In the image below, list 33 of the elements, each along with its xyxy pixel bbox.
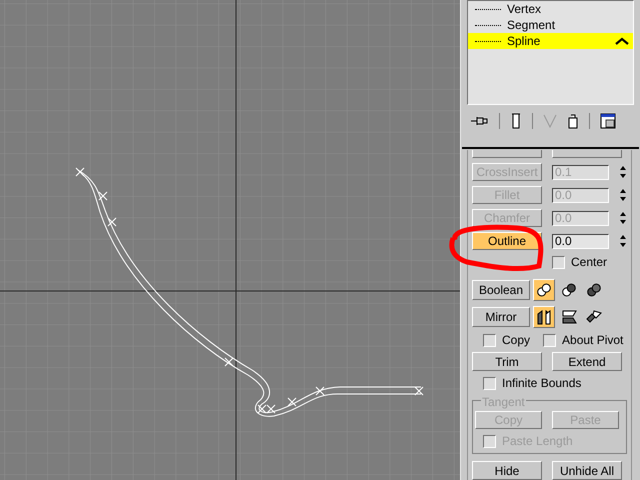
mirror-icon [536,309,552,325]
spinner-arrows[interactable] [619,210,627,226]
mode-button[interactable] [533,306,555,328]
mirror-icon [586,309,602,325]
boolean-icon [561,282,577,298]
unhide-all-button[interactable]: Unhide All [552,461,622,480]
stack-item[interactable]: Segment [468,17,633,33]
tool-button[interactable]: Outline [472,232,542,250]
trim-button[interactable]: Trim [472,352,542,371]
checkbox[interactable] [483,334,496,346]
boolean-button[interactable]: Boolean [472,280,530,300]
spinner-arrows[interactable] [619,187,627,203]
mirror-icon [561,309,577,325]
hide-button[interactable]: Hide [472,461,542,480]
boolean-icon [536,282,552,298]
checkbox-label: Center [571,254,608,271]
mode-button[interactable] [533,279,555,301]
checkbox-label: Copy [502,332,530,349]
value-field[interactable]: 0.0 [552,234,609,248]
checkbox[interactable] [543,334,556,346]
checkbox-label: Infinite Bounds [502,375,582,392]
configure-icon[interactable] [600,113,616,130]
checkbox[interactable] [552,256,565,268]
caret-icon [615,37,629,45]
checkbox-label: About Pivot [562,332,624,349]
stack-item[interactable]: Spline [468,33,633,49]
extend-button[interactable]: Extend [552,352,622,371]
stack-item[interactable]: Vertex [468,1,633,17]
mirror-button[interactable]: Mirror [472,307,530,327]
spinner-arrows[interactable] [619,233,627,249]
boolean-icon [586,282,602,298]
spinner-arrows[interactable] [619,164,627,180]
checkbox[interactable] [483,376,496,390]
